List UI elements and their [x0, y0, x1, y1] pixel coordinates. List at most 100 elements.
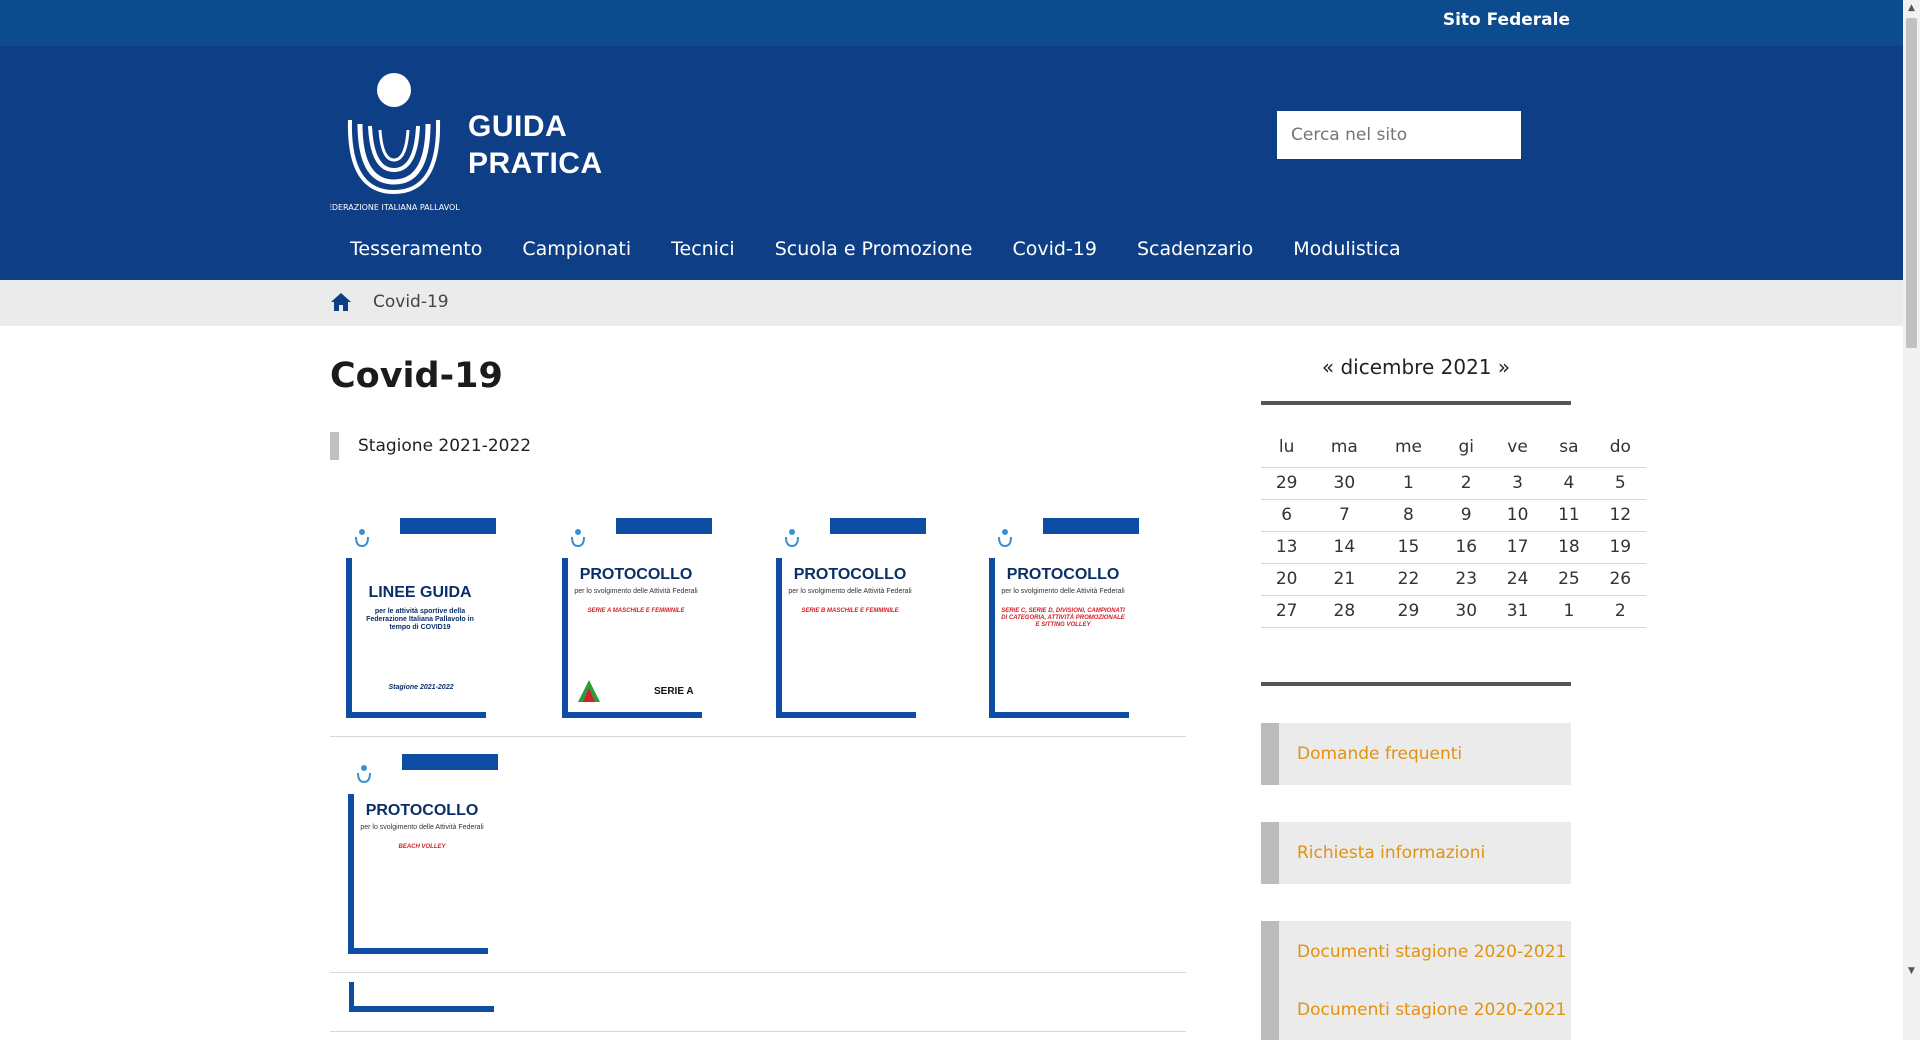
doc-subtitle: per lo svolgimento delle Attività Federa…	[574, 588, 698, 595]
sidebar-link-domande-frequenti[interactable]: Domande frequenti	[1261, 723, 1571, 785]
calendar-day[interactable]: 29	[1261, 466, 1313, 499]
calendar-day[interactable]: 9	[1440, 498, 1492, 531]
nav-item-modulistica[interactable]: Modulistica	[1273, 226, 1420, 280]
doc-bar	[989, 558, 995, 718]
calendar-day[interactable]: 1	[1543, 594, 1595, 628]
doc-title: PROTOCOLLO	[793, 566, 907, 583]
calendar-day[interactable]: 7	[1312, 498, 1377, 531]
lega-volley-logo-icon	[578, 680, 600, 702]
calendar-day[interactable]: 23	[1440, 562, 1492, 595]
fipav-mini-logo-icon	[571, 529, 585, 548]
calendar-rule	[1261, 401, 1571, 405]
calendar-day[interactable]: 3	[1491, 466, 1544, 499]
calendar-day[interactable]: 22	[1376, 562, 1441, 595]
nav-item-covid19[interactable]: Covid-19	[992, 226, 1117, 280]
doc-bar	[402, 754, 498, 770]
fipav-mini-logo-icon	[355, 529, 369, 548]
sito-federale-link[interactable]: Sito Federale	[1443, 10, 1570, 30]
doc-bar	[346, 558, 352, 718]
doc-thumbnail-linee-guida[interactable]: LINEE GUIDA per le attività sportive del…	[346, 518, 496, 718]
calendar-day[interactable]: 25	[1543, 562, 1595, 595]
doc-thumbnail-protocollo-beach-volley[interactable]: PROTOCOLLO per lo svolgimento delle Atti…	[348, 754, 498, 954]
main-nav: Tesseramento Campionati Tecnici Scuola e…	[330, 226, 1421, 280]
doc-thumbnail-protocollo-serie-c[interactable]: PROTOCOLLO per lo svolgimento delle Atti…	[989, 518, 1139, 718]
doc-bar	[348, 794, 354, 954]
doc-bar	[776, 558, 782, 718]
calendar-day[interactable]: 4	[1543, 466, 1595, 499]
scroll-up-icon[interactable]: ▲	[1903, 0, 1920, 17]
calendar-day[interactable]: 21	[1312, 562, 1377, 595]
calendar-day[interactable]: 30	[1440, 594, 1492, 628]
doc-bar	[830, 518, 926, 534]
logo-ring-text: FEDERAZIONE ITALIANA PALLAVOLO	[330, 203, 460, 212]
calendar-day[interactable]: 17	[1491, 530, 1544, 563]
nav-item-tesseramento[interactable]: Tesseramento	[330, 226, 502, 280]
site-header: FEDERAZIONE ITALIANA PALLAVOLO GUIDA PRA…	[0, 46, 1903, 280]
calendar-day[interactable]: 31	[1491, 594, 1544, 628]
calendar-day[interactable]: 12	[1594, 498, 1646, 531]
nav-item-scadenzario[interactable]: Scadenzario	[1117, 226, 1273, 280]
logo-title: GUIDA PRATICA	[468, 108, 603, 182]
calendar-day[interactable]: 5	[1594, 466, 1646, 499]
calendar-day[interactable]: 10	[1491, 498, 1544, 531]
calendar-prev-link[interactable]: «	[1322, 355, 1334, 379]
calendar-day[interactable]: 15	[1376, 530, 1441, 563]
calendar-day[interactable]: 8	[1376, 498, 1441, 531]
doc-subtitle: per lo svolgimento delle Attività Federa…	[788, 588, 912, 595]
calendar-day[interactable]: 18	[1543, 530, 1595, 563]
sidebar-link-documenti-stagione[interactable]: Documenti stagione 2020-2021	[1261, 921, 1571, 983]
weekday-label: gi	[1458, 436, 1474, 457]
calendar-day[interactable]: 29	[1376, 594, 1441, 628]
calendar-day[interactable]: 20	[1261, 562, 1313, 595]
calendar-day[interactable]: 27	[1261, 594, 1313, 628]
doc-thumbnail-protocollo-serie-b[interactable]: PROTOCOLLO per lo svolgimento delle Atti…	[776, 518, 926, 718]
doc-thumbnail-protocollo-serie-a[interactable]: PROTOCOLLO per lo svolgimento delle Atti…	[562, 518, 712, 718]
doc-bar	[346, 712, 486, 718]
nav-item-scuola-promozione[interactable]: Scuola e Promozione	[755, 226, 993, 280]
calendar-weekdays: lu ma me gi ve sa do	[1261, 427, 1646, 467]
logo-title-line1: GUIDA	[468, 110, 568, 143]
doc-bar	[349, 1006, 494, 1012]
doc-bar	[348, 948, 488, 954]
weekday-label: ma	[1330, 436, 1358, 457]
calendar-week: 29 30 1 2 3 4 5	[1261, 466, 1646, 499]
search-input[interactable]	[1277, 111, 1521, 159]
sidebar-link-documenti-stagione-sticky[interactable]: Documenti stagione 2020-2021	[1261, 979, 1571, 1040]
home-icon[interactable]	[330, 292, 352, 312]
calendar-day[interactable]: 26	[1594, 562, 1646, 595]
calendar-day[interactable]: 11	[1543, 498, 1595, 531]
doc-bar	[562, 558, 568, 718]
doc-bar	[562, 712, 702, 718]
calendar-day[interactable]: 28	[1312, 594, 1377, 628]
calendar-day[interactable]: 2	[1594, 594, 1646, 628]
nav-item-tecnici[interactable]: Tecnici	[651, 226, 755, 280]
page-scrollbar[interactable]: ▲ ▼	[1903, 0, 1920, 1040]
fipav-mini-logo-icon	[357, 765, 371, 784]
sidebar-link-richiesta-informazioni[interactable]: Richiesta informazioni	[1261, 822, 1571, 884]
calendar-day[interactable]: 14	[1312, 530, 1377, 563]
doc-thumbnail-partial[interactable]	[349, 982, 494, 1012]
logo-title-line2: PRATICA	[468, 147, 603, 180]
site-logo[interactable]: FEDERAZIONE ITALIANA PALLAVOLO GUIDA PRA…	[322, 64, 650, 214]
row-divider	[330, 972, 1186, 973]
nav-item-campionati[interactable]: Campionati	[502, 226, 651, 280]
calendar-day[interactable]: 30	[1312, 466, 1377, 499]
calendar-next-link[interactable]: »	[1498, 355, 1510, 379]
calendar-day[interactable]: 24	[1491, 562, 1544, 595]
weekday-label: lu	[1278, 436, 1295, 457]
calendar-day[interactable]: 2	[1440, 466, 1492, 499]
calendar-day[interactable]: 16	[1440, 530, 1492, 563]
calendar-day[interactable]: 6	[1261, 498, 1313, 531]
scroll-down-icon[interactable]: ▼	[1903, 963, 1920, 980]
doc-bar	[1043, 518, 1139, 534]
calendar-day[interactable]: 1	[1376, 466, 1441, 499]
doc-category: BEACH VOLLEY	[398, 844, 446, 850]
calendar-header: « dicembre 2021 »	[1261, 355, 1571, 379]
fipav-mini-logo-icon	[785, 529, 799, 548]
calendar-day[interactable]: 19	[1594, 530, 1646, 563]
calendar-day[interactable]: 13	[1261, 530, 1313, 563]
calendar-month: dicembre 2021	[1340, 355, 1492, 379]
page-title: Covid-19	[330, 356, 503, 396]
scroll-thumb[interactable]	[1906, 18, 1917, 348]
doc-title: PROTOCOLLO	[579, 566, 693, 583]
